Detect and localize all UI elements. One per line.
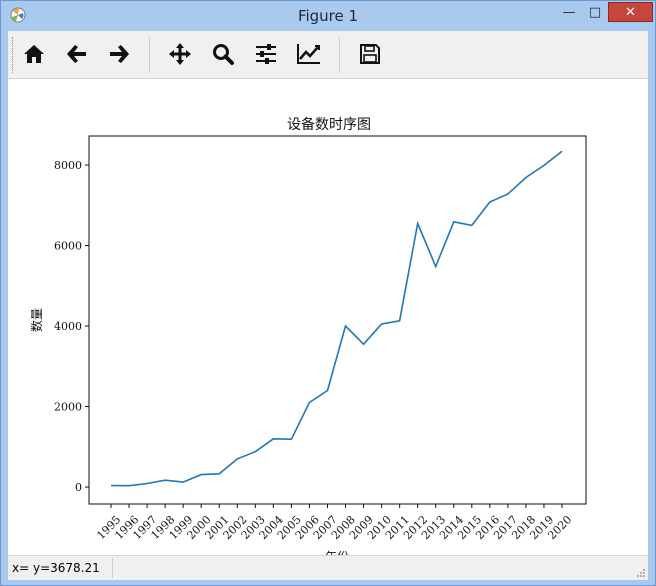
edit-axis-button[interactable]: [294, 39, 324, 69]
toolbar-separator: [149, 37, 150, 73]
save-button[interactable]: [355, 39, 385, 69]
chart-title: 设备数时序图: [287, 116, 371, 133]
forward-arrow-icon: [110, 45, 129, 63]
pan-icon: [169, 43, 191, 65]
toolbar-grip: [12, 37, 16, 73]
maximize-button[interactable]: □: [582, 2, 608, 22]
save-icon: [360, 44, 380, 64]
subplots-config-icon: [256, 44, 276, 64]
y-tick-label: 4000: [54, 320, 82, 333]
home-button[interactable]: [19, 39, 49, 69]
status-bar: x= y=3678.21: [8, 555, 648, 580]
status-separator: [112, 558, 113, 578]
minimize-button[interactable]: —: [556, 2, 582, 22]
home-icon: [24, 45, 44, 63]
x-axis: 1995199619971998199920002001200220032004…: [94, 504, 574, 542]
back-button[interactable]: [62, 39, 92, 69]
cursor-coordinates: x= y=3678.21: [12, 561, 100, 575]
toolbar-separator: [339, 37, 340, 73]
forward-button[interactable]: [104, 39, 134, 69]
back-arrow-icon: [67, 45, 86, 63]
figure-window: Figure 1 — □ ✕ 设备数时序图 0 2000 4000 6000 8…: [0, 0, 656, 586]
zoom-icon: [213, 44, 234, 65]
close-button[interactable]: ✕: [608, 2, 653, 22]
navigation-toolbar: [8, 31, 648, 79]
subplots-config-button[interactable]: [251, 39, 281, 69]
title-bar[interactable]: Figure 1 — □ ✕: [1, 1, 655, 31]
edit-axis-icon: [297, 44, 320, 64]
figure-canvas[interactable]: 设备数时序图 0 2000 4000 6000 8000 1995 1996 1997 199…: [8, 79, 648, 564]
y-axis-label: 数量: [29, 308, 44, 332]
pan-button[interactable]: [165, 39, 195, 69]
resize-grip-icon[interactable]: [636, 568, 646, 578]
line-chart[interactable]: 设备数时序图 0 2000 4000 6000 8000 199519961997199…: [8, 79, 648, 564]
y-tick-label: 8000: [54, 159, 82, 172]
y-tick-label: 0: [75, 481, 82, 494]
y-tick-label: 6000: [54, 240, 82, 253]
zoom-button[interactable]: [208, 39, 238, 69]
y-tick-label: 2000: [54, 401, 82, 414]
y-axis: 0 2000 4000 6000 8000: [54, 159, 89, 494]
